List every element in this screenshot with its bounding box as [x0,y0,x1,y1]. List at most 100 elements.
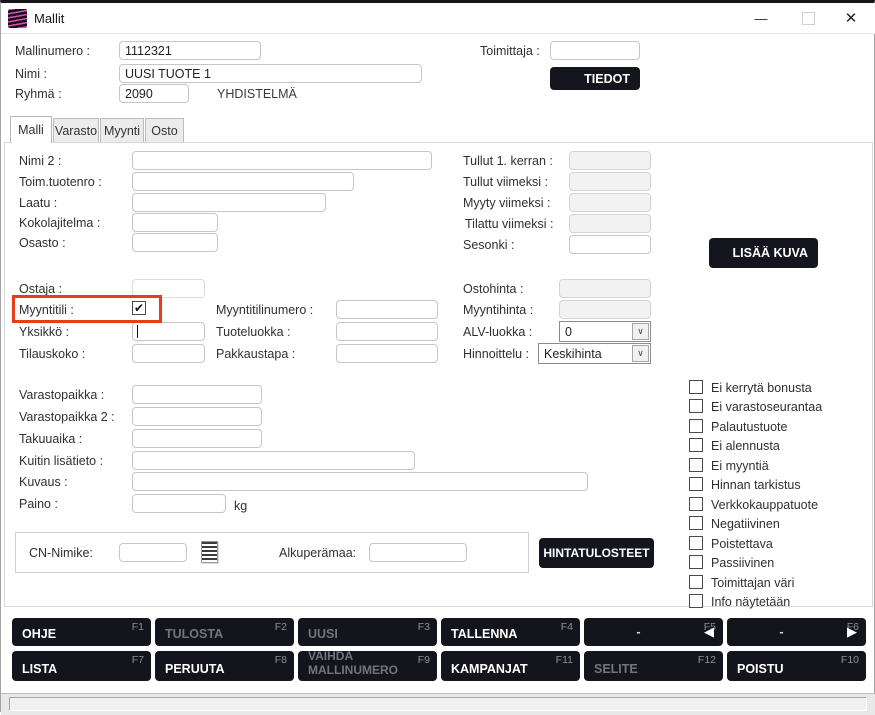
cn-nimike-input[interactable] [119,543,187,562]
tullutviimeksi-input [569,172,651,191]
chevron-down-icon[interactable]: ∨ [632,323,649,340]
hinnoittelu-select[interactable]: Keskihinta ∨ [538,343,651,364]
myyntitilinumero-input[interactable] [336,300,438,319]
list-lookup-icon[interactable] [201,541,218,563]
osasto-label: Osasto : [19,236,66,250]
checkbox-label: Passiivinen [711,556,774,570]
nimi2-input[interactable] [132,151,432,170]
tullutviimeksi-label: Tullut viimeksi : [463,175,548,189]
alkuperamaa-input[interactable] [369,543,467,562]
tab-varasto[interactable]: Varasto [53,118,99,142]
checkbox-label: Palautustuote [711,420,787,434]
kuitin-lisatieto-label: Kuitin lisätieto : [19,454,103,468]
checkbox-label: Toimittajan väri [711,576,794,590]
tab-osto[interactable]: Osto [145,118,184,142]
mallinumero-input[interactable] [119,41,261,60]
previous-record-button[interactable]: -F5◀ [584,618,723,646]
checkbox-label: Ei varastoseurantaa [711,400,822,414]
pakkaustapa-label: Pakkaustapa : [216,347,295,361]
alv-luokka-label: ALV-luokka : [463,325,532,339]
uusi-button: UUSIF3 [298,618,437,646]
toimtuotenro-input[interactable] [132,172,354,191]
tab-myynti[interactable]: Myynti [100,118,144,142]
lista-button[interactable]: LISTAF7 [12,651,151,681]
ohje-button[interactable]: OHJEF1 [12,618,151,646]
checkbox-palautustuote[interactable] [689,419,703,433]
chevron-down-icon[interactable]: ∨ [632,345,649,362]
checkbox-ei-kerryta-bonusta[interactable] [689,380,703,394]
varastopaikka-label: Varastopaikka : [19,388,104,402]
tab-malli[interactable]: Malli [10,116,52,143]
checkbox-verkkokauppatuote[interactable] [689,497,703,511]
arrow-right-icon: ▶ [847,624,857,640]
kuitin-lisatieto-input[interactable] [132,451,415,470]
ryhma-input[interactable] [119,84,189,103]
checkbox-negatiivinen[interactable] [689,516,703,530]
kokolajitelma-input[interactable] [132,213,218,232]
paino-label: Paino : [19,497,58,511]
ryhma-label: Ryhmä : [15,87,62,101]
hinnoittelu-value: Keskihinta [544,347,602,361]
minimize-button[interactable]: — [743,5,779,31]
poistu-button[interactable]: POISTUF10 [727,651,866,681]
tiedot-button[interactable]: TIEDOT [550,67,640,90]
varastopaikka-input[interactable] [132,385,262,404]
close-button[interactable]: ✕ [833,5,869,31]
alv-luokka-value: 0 [565,325,572,339]
checkbox-ei-varastoseurantaa[interactable] [689,399,703,413]
checkbox-ei-myyntia[interactable] [689,458,703,472]
title-bar: Mallit — ✕ [1,3,875,34]
laatu-label: Laatu : [19,196,57,210]
sesonki-label: Sesonki : [463,238,514,252]
tilattuviimeksi-label: Tilattu viimeksi : [465,217,553,231]
myyntitili-highlight [12,295,162,323]
vaihda-mallinumero-button: VAIHDA MALLINUMEROF9 [298,651,437,681]
tallenna-button[interactable]: TALLENNAF4 [441,618,580,646]
kokolajitelma-label: Kokolajitelma : [19,216,100,230]
close-icon: ✕ [845,9,858,27]
ostohinta-input [559,279,651,298]
tulosta-button: TULOSTAF2 [155,618,294,646]
takuuaika-label: Takuuaika : [19,432,82,446]
kuvaus-input[interactable] [132,472,588,491]
takuuaika-input[interactable] [132,429,262,448]
osasto-input[interactable] [132,233,218,252]
checkbox-ei-alennusta[interactable] [689,438,703,452]
alv-luokka-select[interactable]: 0 ∨ [559,321,651,342]
kuvaus-label: Kuvaus : [19,475,68,489]
tuoteluokka-input[interactable] [336,322,438,341]
tullut1-label: Tullut 1. kerran : [463,154,553,168]
varastopaikka2-input[interactable] [132,407,262,426]
checkbox-poistettava[interactable] [689,536,703,550]
next-record-button[interactable]: -F6▶ [727,618,866,646]
hintatulosteet-button[interactable]: HINTATULOSTEET [539,538,654,568]
cn-nimike-label: CN-Nimike: [29,546,93,560]
laatu-input[interactable] [132,193,326,212]
lisaa-kuva-button[interactable]: LISÄÄ KUVA [709,238,818,268]
checkbox-label: Verkkokauppatuote [711,498,818,512]
toimittaja-input[interactable] [550,41,640,60]
paino-input[interactable] [132,494,226,513]
yksikko-input[interactable] [132,322,205,341]
pakkaustapa-input[interactable] [336,344,438,363]
checkbox-info-naytetaan[interactable] [689,594,703,608]
hinnoittelu-label: Hinnoittelu : [463,347,529,361]
checkbox-hinnan-tarkistus[interactable] [689,477,703,491]
checkbox-label: Negatiivinen [711,517,780,531]
kampanjat-button[interactable]: KAMPANJATF11 [441,651,580,681]
peruuta-button[interactable]: PERUUTAF8 [155,651,294,681]
checkbox-toimittajan-vari[interactable] [689,575,703,589]
nimi-label: Nimi : [15,67,47,81]
app-icon [8,9,27,28]
tilauskoko-input[interactable] [132,344,205,363]
myyntitilinumero-label: Myyntitilinumero : [216,303,313,317]
yksikko-label: Yksikkö : [19,325,69,339]
nimi-input[interactable] [119,64,422,83]
sesonki-input[interactable] [569,235,651,254]
tilauskoko-label: Tilauskoko : [19,347,85,361]
text-caret [137,325,138,338]
tuoteluokka-label: Tuoteluokka : [216,325,291,339]
checkbox-label: Ei alennusta [711,439,780,453]
toimtuotenro-label: Toim.tuotenro : [19,175,102,189]
checkbox-passiivinen[interactable] [689,555,703,569]
